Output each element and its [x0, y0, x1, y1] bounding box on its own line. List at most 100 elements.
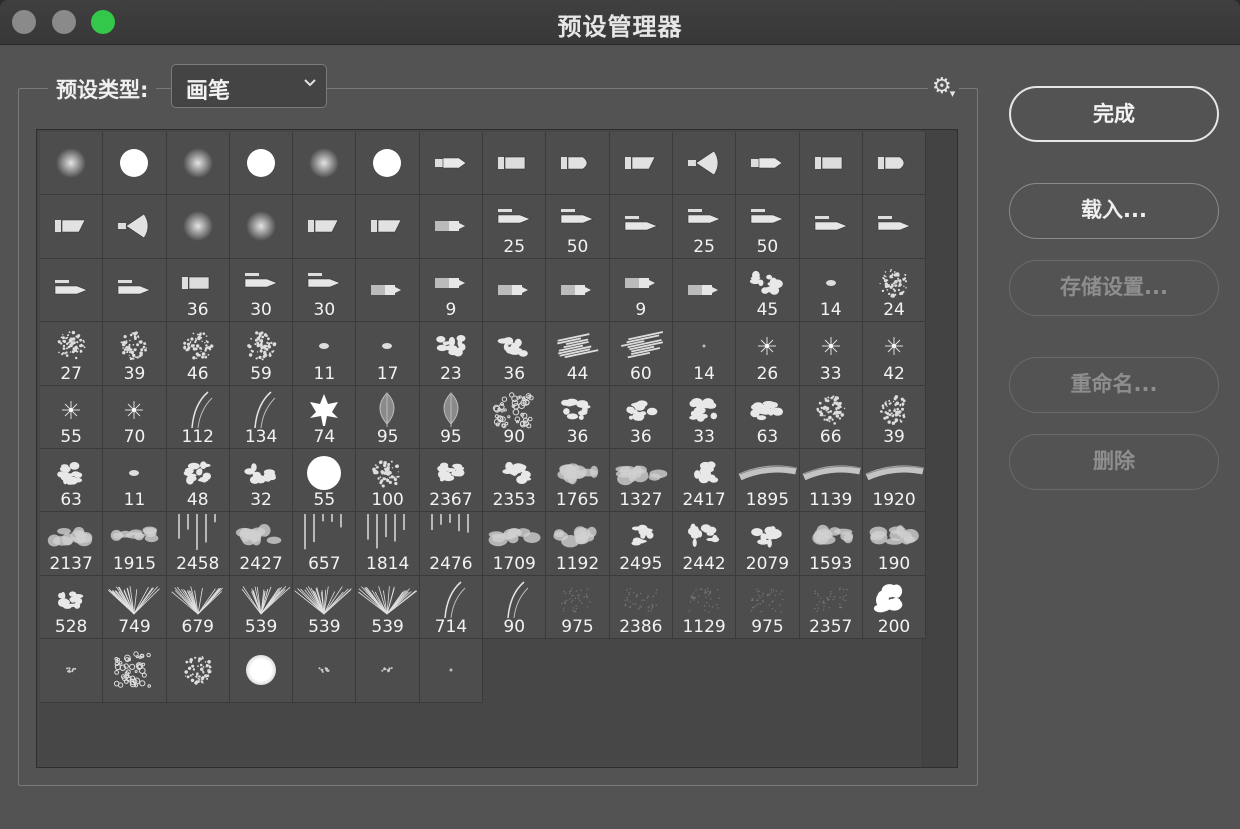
brush-preset-cell[interactable]: 24	[862, 258, 927, 323]
brush-preset-cell[interactable]: 714	[419, 575, 484, 640]
brush-preset-cell[interactable]: 36	[166, 258, 230, 323]
brush-preset-cell[interactable]	[419, 639, 484, 703]
brush-preset-cell[interactable]: 14	[672, 322, 737, 386]
brush-preset-cell[interactable]	[166, 132, 230, 196]
brush-preset-cell[interactable]: 25	[483, 195, 547, 259]
brush-preset-cell[interactable]	[40, 639, 104, 703]
brush-preset-cell[interactable]: 1895	[736, 448, 800, 513]
brush-preset-cell[interactable]	[419, 132, 484, 196]
brush-preset-cell[interactable]	[166, 639, 230, 703]
brush-preset-cell[interactable]: 1915	[103, 512, 167, 576]
brush-preset-cell[interactable]: 539	[293, 575, 357, 640]
brush-preset-cell[interactable]: 1129	[672, 575, 737, 640]
brush-preset-cell[interactable]: 975	[736, 575, 800, 640]
brush-preset-cell[interactable]: 55	[293, 448, 357, 513]
brush-preset-cell[interactable]: 27	[40, 322, 104, 386]
brush-preset-cell[interactable]: 2476	[419, 512, 484, 576]
brush-preset-cell[interactable]: 134	[229, 385, 294, 449]
brush-preset-cell[interactable]: 23	[419, 322, 484, 386]
brush-preset-cell[interactable]	[293, 132, 357, 196]
scrollbar-track[interactable]	[922, 130, 957, 767]
brush-preset-cell[interactable]	[546, 258, 610, 323]
brush-preset-cell[interactable]	[609, 195, 673, 259]
brush-preset-cell[interactable]	[736, 132, 800, 196]
brush-preset-cell[interactable]: 70	[103, 385, 167, 449]
brush-preset-cell[interactable]: 59	[229, 322, 294, 386]
brush-preset-cell[interactable]: 60	[609, 322, 673, 386]
load-button[interactable]: 载入...	[1009, 183, 1219, 239]
brush-preset-cell[interactable]: 25	[672, 195, 737, 259]
brush-preset-cell[interactable]: 90	[483, 575, 547, 640]
brush-preset-cell[interactable]: 528	[40, 575, 104, 640]
brush-preset-cell[interactable]	[103, 258, 167, 323]
brush-preset-cell[interactable]: 50	[736, 195, 800, 259]
brush-preset-cell[interactable]: 100	[356, 448, 420, 513]
brush-preset-cell[interactable]: 33	[672, 385, 737, 449]
brush-preset-cell[interactable]: 200	[862, 575, 927, 640]
delete-button[interactable]: 删除	[1009, 434, 1219, 490]
brush-preset-cell[interactable]: 975	[546, 575, 610, 640]
brush-preset-cell[interactable]	[103, 132, 167, 196]
brush-preset-cell[interactable]	[546, 132, 610, 196]
brush-preset-cell[interactable]	[862, 195, 927, 259]
done-button[interactable]: 完成	[1009, 86, 1219, 142]
brush-preset-cell[interactable]	[229, 639, 294, 703]
save-settings-button[interactable]: 存储设置...	[1009, 260, 1219, 316]
brush-preset-cell[interactable]: 90	[483, 385, 547, 449]
brush-preset-cell[interactable]: 539	[356, 575, 420, 640]
brush-preset-cell[interactable]: 657	[293, 512, 357, 576]
brush-preset-cell[interactable]	[799, 132, 863, 196]
brush-preset-cell[interactable]: 11	[103, 448, 167, 513]
brush-preset-cell[interactable]	[356, 639, 420, 703]
brush-preset-cell[interactable]	[672, 132, 737, 196]
brush-preset-cell[interactable]: 1920	[862, 448, 927, 513]
brush-preset-cell[interactable]: 50	[546, 195, 610, 259]
brush-preset-cell[interactable]: 14	[799, 258, 863, 323]
brush-preset-cell[interactable]: 36	[609, 385, 673, 449]
brush-preset-cell[interactable]	[356, 195, 420, 259]
brush-preset-cell[interactable]: 1192	[546, 512, 610, 576]
brush-preset-cell[interactable]: 2137	[40, 512, 104, 576]
brush-preset-cell[interactable]	[609, 132, 673, 196]
brush-preset-cell[interactable]	[103, 195, 167, 259]
brush-preset-cell[interactable]: 30	[229, 258, 294, 323]
brush-preset-cell[interactable]: 45	[736, 258, 800, 323]
brush-preset-cell[interactable]	[40, 258, 104, 323]
brush-preset-cell[interactable]: 1765	[546, 448, 610, 513]
brush-preset-cell[interactable]: 42	[862, 322, 927, 386]
brush-preset-cell[interactable]: 44	[546, 322, 610, 386]
brush-preset-cell[interactable]: 1593	[799, 512, 863, 576]
brush-preset-cell[interactable]: 679	[166, 575, 230, 640]
preset-type-select[interactable]: 画笔	[171, 64, 327, 108]
brush-preset-cell[interactable]: 1327	[609, 448, 673, 513]
brush-preset-cell[interactable]	[293, 195, 357, 259]
brush-preset-cell[interactable]: 17	[356, 322, 420, 386]
brush-preset-cell[interactable]: 63	[40, 448, 104, 513]
brush-preset-cell[interactable]: 30	[293, 258, 357, 323]
brush-preset-cell[interactable]	[293, 639, 357, 703]
gear-icon[interactable]: ⚙▾	[928, 74, 960, 107]
brush-preset-cell[interactable]: 2442	[672, 512, 737, 576]
brush-preset-cell[interactable]: 1139	[799, 448, 863, 513]
brush-preset-cell[interactable]: 74	[293, 385, 357, 449]
brush-preset-cell[interactable]: 2427	[229, 512, 294, 576]
brush-preset-cell[interactable]: 2417	[672, 448, 737, 513]
brush-preset-cell[interactable]: 112	[166, 385, 230, 449]
brush-preset-cell[interactable]: 26	[736, 322, 800, 386]
brush-preset-cell[interactable]: 36	[546, 385, 610, 449]
brush-preset-cell[interactable]: 11	[293, 322, 357, 386]
brush-preset-cell[interactable]	[862, 132, 927, 196]
brush-preset-cell[interactable]	[799, 195, 863, 259]
brush-preset-cell[interactable]	[166, 195, 230, 259]
brush-preset-cell[interactable]	[483, 132, 547, 196]
brush-preset-cell[interactable]: 539	[229, 575, 294, 640]
brush-preset-cell[interactable]	[229, 132, 294, 196]
brush-preset-cell[interactable]: 1709	[483, 512, 547, 576]
brush-preset-cell[interactable]: 48	[166, 448, 230, 513]
brush-preset-cell[interactable]: 39	[862, 385, 927, 449]
brush-preset-cell[interactable]: 39	[103, 322, 167, 386]
brush-preset-cell[interactable]	[356, 132, 420, 196]
brush-preset-cell[interactable]: 32	[229, 448, 294, 513]
brush-preset-cell[interactable]: 95	[356, 385, 420, 449]
brush-preset-cell[interactable]	[40, 132, 104, 196]
